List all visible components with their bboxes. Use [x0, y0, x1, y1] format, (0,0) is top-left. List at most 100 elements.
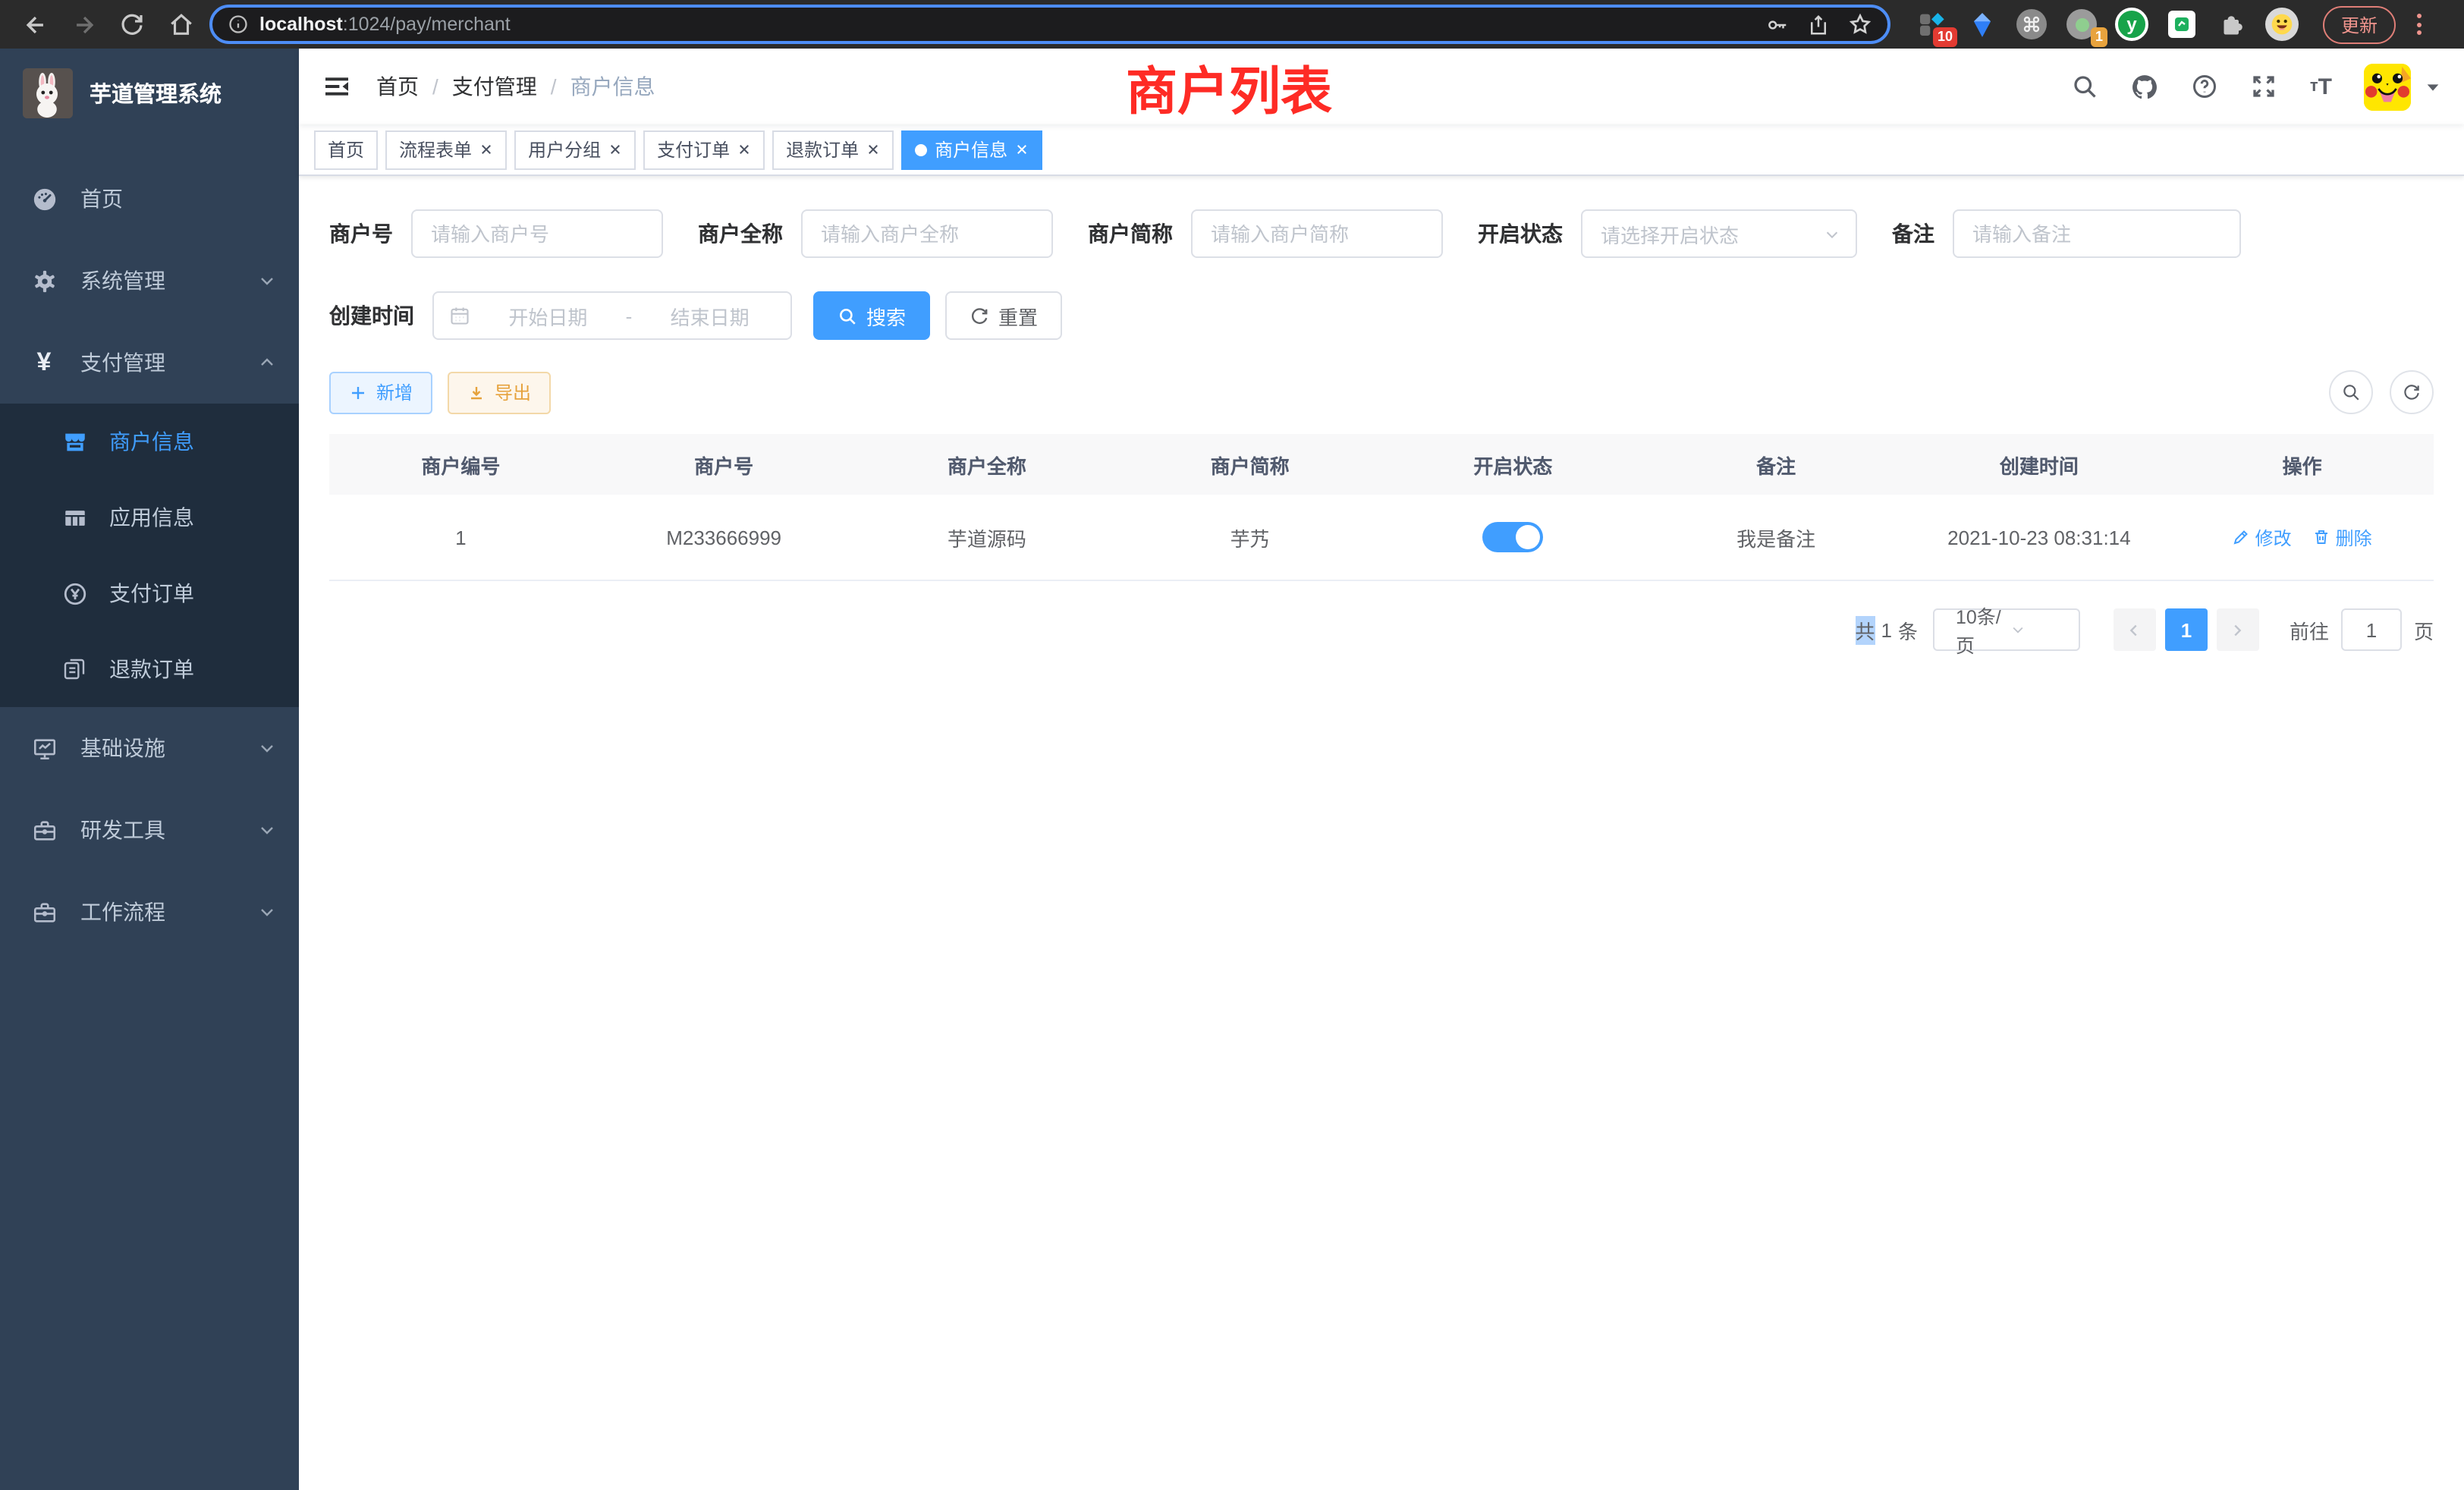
sidebar-item-home[interactable]: 首页 — [0, 158, 299, 240]
tag-tab-refund-order[interactable]: 退款订单 — [772, 130, 894, 169]
page-suffix-label: 页 — [2414, 615, 2434, 644]
sidebar-item-pay-order[interactable]: 支付订单 — [0, 555, 299, 631]
tag-tab-user-group[interactable]: 用户分组 — [514, 130, 636, 169]
breadcrumb-pay[interactable]: 支付管理 — [452, 71, 537, 102]
page-size-select[interactable]: 10条/页 — [1933, 608, 2080, 651]
goto-page-input[interactable] — [2341, 608, 2402, 651]
github-icon[interactable] — [2131, 72, 2160, 101]
toggle-search-button[interactable] — [2329, 370, 2373, 414]
dashboard-icon — [30, 186, 58, 212]
sidebar-item-merchant-info[interactable]: 商户信息 — [0, 404, 299, 479]
next-page-button[interactable] — [2217, 608, 2259, 651]
tag-tab-process-form[interactable]: 流程表单 — [385, 130, 507, 169]
search-icon — [838, 306, 857, 325]
close-icon[interactable] — [737, 143, 751, 156]
add-button[interactable]: 新增 — [329, 371, 432, 413]
filter-row-1: 商户号 商户全称 商户简称 开启状态 请选择开启状态 — [329, 209, 2434, 258]
browser-back-button[interactable] — [15, 5, 55, 44]
reset-button[interactable]: 重置 — [945, 291, 1062, 340]
page-content: 商户号 商户全称 商户简称 开启状态 请选择开启状态 — [299, 176, 2464, 1490]
column-header: 创建时间 — [1908, 450, 2171, 479]
navbar-actions: тT — [2072, 63, 2441, 110]
sidebar-item-pay[interactable]: ¥ 支付管理 — [0, 322, 299, 404]
avatar-caret-icon[interactable] — [2425, 78, 2441, 95]
sidebar-item-refund-order[interactable]: 退款订单 — [0, 631, 299, 707]
merchant-no-label: 商户号 — [329, 218, 393, 249]
sidebar-item-system[interactable]: 系统管理 — [0, 240, 299, 322]
delete-link[interactable]: 删除 — [2313, 524, 2372, 550]
column-header: 商户全称 — [856, 450, 1119, 479]
tags-view-bar: 首页 流程表单 用户分组 支付订单 退款订单 商户信息 — [299, 124, 2464, 176]
create-time-range-picker[interactable]: 开始日期 - 结束日期 — [432, 291, 792, 340]
sidebar-item-workflow[interactable]: 工作流程 — [0, 871, 299, 953]
extension-grid-icon[interactable]: 10 — [1915, 8, 1948, 41]
download-icon — [467, 383, 486, 401]
chevron-down-icon — [258, 739, 276, 757]
breadcrumb-home[interactable]: 首页 — [376, 71, 419, 102]
sidebar-item-app-info[interactable]: 应用信息 — [0, 479, 299, 555]
browser-reload-button[interactable] — [112, 5, 152, 44]
bookmark-star-icon[interactable] — [1848, 12, 1872, 36]
extension-gem-icon[interactable] — [1965, 8, 1998, 41]
extension-badge: 1 — [2091, 27, 2107, 47]
logo-rabbit-avatar — [23, 68, 73, 118]
export-button[interactable]: 导出 — [448, 371, 551, 413]
refresh-table-button[interactable] — [2390, 370, 2434, 414]
cell-full-name: 芋道源码 — [856, 523, 1119, 552]
password-key-icon[interactable] — [1766, 13, 1789, 36]
table-toolbar: 新增 导出 — [329, 370, 2434, 414]
sidebar-logo[interactable]: 芋道管理系统 — [0, 49, 299, 137]
prev-page-button[interactable] — [2114, 608, 2156, 651]
current-page-button[interactable]: 1 — [2165, 608, 2208, 651]
breadcrumb-separator: / — [551, 74, 557, 99]
status-toggle[interactable] — [1482, 522, 1543, 552]
profile-emoji-avatar[interactable] — [2265, 8, 2299, 41]
sidebar-item-devtools[interactable]: 研发工具 — [0, 789, 299, 871]
breadcrumb: 首页 / 支付管理 / 商户信息 — [376, 71, 655, 102]
close-icon[interactable] — [1015, 143, 1029, 156]
user-avatar[interactable] — [2364, 63, 2411, 110]
tag-tab-merchant-info[interactable]: 商户信息 — [901, 130, 1042, 169]
edit-link[interactable]: 修改 — [2233, 524, 2292, 550]
grid-table-icon — [61, 505, 88, 530]
address-bar[interactable]: localhost:1024/pay/merchant — [209, 5, 1890, 44]
browser-forward-button[interactable] — [64, 5, 103, 44]
short-name-input[interactable] — [1191, 209, 1443, 258]
tag-tab-home[interactable]: 首页 — [314, 130, 378, 169]
tag-tab-pay-order[interactable]: 支付订单 — [643, 130, 765, 169]
sidebar-item-infra[interactable]: 基础设施 — [0, 707, 299, 789]
goto-label: 前往 — [2290, 615, 2329, 644]
filter-row-2: 创建时间 开始日期 - 结束日期 搜索 重置 — [329, 291, 2434, 340]
search-icon[interactable] — [2072, 73, 2099, 100]
font-size-icon[interactable]: тT — [2310, 74, 2332, 99]
app-title: 芋道管理系统 — [90, 77, 222, 108]
sidebar-item-label: 支付管理 — [80, 347, 165, 378]
browser-update-button[interactable]: 更新 — [2323, 5, 2396, 43]
close-icon[interactable] — [866, 143, 880, 156]
remark-input[interactable] — [1953, 209, 2241, 258]
status-select[interactable]: 请选择开启状态 — [1581, 209, 1857, 258]
sidebar-item-label: 基础设施 — [80, 733, 165, 763]
app-root: localhost:1024/pay/merchant 10 — [0, 0, 2464, 1490]
extension-chat-icon[interactable] — [2165, 8, 2198, 41]
extension-command-icon[interactable] — [2015, 8, 2048, 41]
extensions-puzzle-icon[interactable] — [2215, 8, 2249, 41]
merchant-no-input[interactable] — [411, 209, 663, 258]
share-icon[interactable] — [1807, 13, 1830, 36]
extension-y-icon[interactable]: y — [2115, 8, 2148, 41]
browser-menu-button[interactable] — [2417, 14, 2422, 35]
fullscreen-icon[interactable] — [2251, 73, 2278, 100]
browser-home-button[interactable] — [161, 5, 200, 44]
help-icon[interactable] — [2192, 73, 2219, 100]
chevron-down-icon — [258, 272, 276, 290]
refresh-icon — [970, 306, 989, 325]
search-button[interactable]: 搜索 — [813, 291, 930, 340]
toolbox-icon — [30, 817, 58, 843]
close-icon[interactable] — [479, 143, 493, 156]
site-info-icon[interactable] — [228, 14, 249, 35]
full-name-input[interactable] — [801, 209, 1053, 258]
breadcrumb-current: 商户信息 — [570, 71, 655, 102]
sidebar-fold-icon[interactable] — [322, 71, 352, 102]
close-icon[interactable] — [608, 143, 622, 156]
extension-recorder-icon[interactable]: 1 — [2065, 8, 2098, 41]
